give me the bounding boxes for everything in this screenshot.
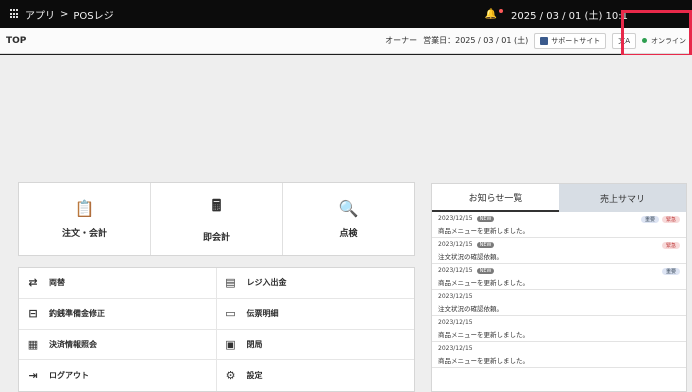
menu-settings[interactable]: ⚙ 設定 xyxy=(217,360,415,391)
news-message: 商品メニューを更新しました。 xyxy=(438,331,529,339)
tile-instant-checkout[interactable]: 🖩 即会計 xyxy=(151,183,283,255)
secondary-menu: ⇄ 両替 ▤ レジ入出金 ⊟ 釣銭準備金修正 ▭ 伝票明細 ▦ 決済情報照会 ▣ 閉局 ⇥ ロ… xyxy=(18,267,415,392)
news-item[interactable]: 2023/12/15 注文状況の確認依頼。 xyxy=(432,290,686,316)
menu-exchange[interactable]: ⇄ 両替 xyxy=(19,268,217,299)
book-icon xyxy=(540,36,549,45)
menu-label: 釣銭準備金修正 xyxy=(49,309,105,319)
news-list: 2023/12/15 NEW 商品メニューを更新しました。 重要 緊急 2023/1… xyxy=(432,212,686,392)
close-store-icon: ▣ xyxy=(225,337,236,351)
menu-label: 伝票明細 xyxy=(246,309,279,319)
news-item[interactable]: 2023/12/15 NEW 注文状況の確認依頼。 緊急 xyxy=(432,238,686,264)
system-bar: アプリ > POSレジ 🔔 2025 / 03 / 01 (土) 10:1 xyxy=(0,0,692,28)
urgent-badge: 緊急 xyxy=(661,216,680,223)
receipt-icon: ▭ xyxy=(225,307,236,321)
news-message: 商品メニューを更新しました。 xyxy=(438,357,529,365)
new-badge: NEW xyxy=(476,215,495,222)
datetime: 2025 / 03 / 01 (土) 10:1 xyxy=(511,10,628,22)
urgent-badge: 緊急 xyxy=(661,242,680,249)
page-title: TOP xyxy=(6,35,27,46)
primary-tiles: 📋 注文・会計 🖩 即会計 🔍 点検 xyxy=(18,182,415,256)
important-badge: 重要 xyxy=(640,216,659,223)
breadcrumb-separator: > xyxy=(60,8,69,20)
news-message: 商品メニューを更新しました。 xyxy=(438,279,529,287)
search-check-icon: 🔍 xyxy=(338,199,359,218)
news-item[interactable]: 2023/12/15 NEW 商品メニューを更新しました。 重要 xyxy=(432,264,686,290)
tile-order-checkout[interactable]: 📋 注文・会計 xyxy=(19,183,151,255)
menu-label: 設定 xyxy=(246,371,263,381)
new-badge: NEW xyxy=(476,241,495,248)
menu-label: 閉局 xyxy=(246,339,263,349)
breadcrumb: アプリ > POSレジ xyxy=(0,7,114,22)
clipboard-edit-icon: 📋 xyxy=(74,199,95,218)
breadcrumb-app[interactable]: アプリ xyxy=(25,7,55,22)
support-site-button[interactable]: サポートサイト xyxy=(534,32,607,49)
news-tabs: お知らせ一覧 売上サマリ xyxy=(432,184,686,212)
tab-sales-summary[interactable]: 売上サマリ xyxy=(559,184,686,212)
menu-close-store[interactable]: ▣ 閉局 xyxy=(216,330,414,361)
news-panel: お知らせ一覧 売上サマリ 2023/12/15 NEW 商品メニューを更新しました… xyxy=(431,183,687,392)
news-item[interactable]: 2023/12/15 NEW 商品メニューを更新しました。 重要 緊急 xyxy=(432,212,686,238)
support-site-label: サポートサイト xyxy=(551,36,601,45)
news-date: 2023/12/15 xyxy=(438,241,473,248)
menu-change-fund[interactable]: ⊟ 釣銭準備金修正 xyxy=(19,298,217,330)
page-header: TOP オーナー 営業日：2025 / 03 / 01 (土) サポートサイト … xyxy=(0,28,692,54)
menu-label: レジ入出金 xyxy=(246,278,287,288)
breadcrumb-current: POSレジ xyxy=(73,10,114,22)
payment-search-icon: ▦ xyxy=(27,337,39,351)
news-date: 2023/12/15 xyxy=(438,293,473,300)
menu-label: ログアウト xyxy=(49,371,89,381)
news-message: 注文状況の確認依頼。 xyxy=(438,305,503,313)
cash-drawer-icon: ▤ xyxy=(225,276,236,290)
menu-logout[interactable]: ⇥ ログアウト xyxy=(19,360,217,391)
menu-cash-in-out[interactable]: ▤ レジ入出金 xyxy=(216,268,414,299)
news-item[interactable]: 2023/12/15 商品メニューを更新しました。 xyxy=(432,316,686,342)
gear-icon: ⚙ xyxy=(225,369,236,383)
app-grid-icon[interactable] xyxy=(10,9,20,19)
tile-label: 注文・会計 xyxy=(61,229,107,239)
tile-inspection[interactable]: 🔍 点検 xyxy=(283,183,414,255)
news-message: 注文状況の確認依頼。 xyxy=(438,253,503,261)
tile-label: 即会計 xyxy=(202,233,230,243)
bell-icon[interactable]: 🔔 xyxy=(485,9,497,20)
exchange-icon: ⇄ xyxy=(28,276,38,290)
highlight-box xyxy=(621,10,692,57)
important-badge: 重要 xyxy=(661,268,680,275)
pos-screen: アプリ > POSレジ 🔔 2025 / 03 / 01 (土) 10:1 TO… xyxy=(0,0,692,392)
business-date: 営業日：2025 / 03 / 01 (土) xyxy=(423,36,529,45)
tile-label: 点検 xyxy=(339,229,358,239)
news-date: 2023/12/15 xyxy=(438,215,473,222)
menu-slip-details[interactable]: ▭ 伝票明細 xyxy=(216,299,414,330)
new-badge: NEW xyxy=(476,267,495,274)
notification-dot xyxy=(499,9,504,13)
logout-icon: ⇥ xyxy=(28,369,38,383)
menu-label: 両替 xyxy=(49,278,65,288)
clipboard-icon: ⊟ xyxy=(28,307,38,321)
register-icon: 🖩 xyxy=(211,196,222,215)
tab-news[interactable]: お知らせ一覧 xyxy=(432,184,559,212)
news-message: 商品メニューを更新しました。 xyxy=(438,227,529,235)
news-date: 2023/12/15 xyxy=(438,319,473,326)
news-item[interactable]: 2023/12/15 商品メニューを更新しました。 xyxy=(432,342,686,368)
menu-label: 決済情報照会 xyxy=(49,339,97,349)
news-date: 2023/12/15 xyxy=(438,345,473,352)
owner-label: オーナー xyxy=(385,36,418,45)
menu-payment-inquiry[interactable]: ▦ 決済情報照会 xyxy=(19,329,217,361)
main-panel: 📋 注文・会計 🖩 即会計 🔍 点検 ⇄ 両替 ▤ レジ入出金 ⊟ 釣銭準備金修正 ▭… xyxy=(0,55,692,392)
news-date: 2023/12/15 xyxy=(438,267,473,274)
